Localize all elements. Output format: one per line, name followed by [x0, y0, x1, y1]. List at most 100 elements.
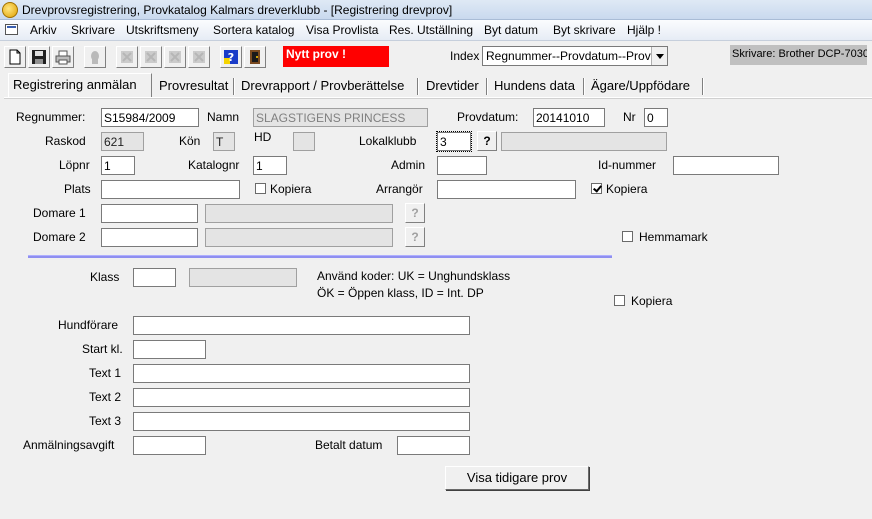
text2-label: Text 2 — [89, 390, 122, 404]
lokalklubb-name-input[interactable] — [501, 132, 667, 151]
raskod-input[interactable]: 621 — [101, 132, 144, 151]
admin-label: Admin — [391, 158, 426, 172]
kopiera-plats-checkbox[interactable] — [255, 183, 266, 194]
start-kl-input[interactable] — [133, 340, 206, 359]
domare1-name-input[interactable] — [205, 204, 393, 223]
menu-bar: Arkiv Skrivare Utskriftsmeny Sortera kat… — [0, 20, 872, 41]
tab-separator — [486, 78, 488, 95]
nr-input[interactable]: 0 — [644, 108, 668, 127]
id-nummer-input[interactable] — [673, 156, 779, 175]
index-label: Index — [450, 49, 480, 63]
text1-input[interactable] — [133, 364, 470, 383]
dog-button[interactable] — [84, 46, 106, 68]
provdatum-input[interactable]: 20141010 — [533, 108, 605, 127]
title-bar: Drevprovsregistrering, Provkatalog Kalma… — [0, 0, 872, 20]
arrangor-label: Arrangör — [376, 182, 423, 196]
printer-label: Skrivare: Brother DCP-7030 — [730, 45, 867, 65]
klass-name-input[interactable] — [189, 268, 297, 287]
tab-panel-border — [4, 97, 872, 99]
domare1-lookup-button[interactable]: ? — [405, 203, 425, 223]
nr-label: Nr — [623, 110, 636, 124]
regnummer-input[interactable]: S15984/2009 — [101, 108, 199, 127]
kopiera-klass-label: Kopiera — [631, 294, 673, 308]
menu-byt-skrivare[interactable]: Byt skrivare — [553, 23, 616, 37]
domare2-lookup-button[interactable]: ? — [405, 227, 425, 247]
hundforare-label: Hundförare — [58, 318, 119, 332]
kopiera-arrangor-checkbox[interactable] — [591, 183, 602, 194]
tab-agare-uppfodare[interactable]: Ägare/Uppfödare — [587, 75, 690, 96]
menu-arkiv[interactable]: Arkiv — [30, 23, 57, 37]
app-icon — [2, 2, 18, 18]
text3-input[interactable] — [133, 412, 470, 431]
exit-icon — [250, 50, 260, 64]
katalognr-input[interactable]: 1 — [253, 156, 287, 175]
menu-hjalp[interactable]: Hjälp ! — [627, 23, 661, 37]
menu-sortera-katalog[interactable]: Sortera katalog — [213, 23, 294, 37]
new-document-icon — [9, 49, 21, 65]
id-nummer-label: Id-nummer — [598, 158, 657, 172]
domare2-label: Domare 2 — [33, 230, 86, 244]
text3-label: Text 3 — [89, 414, 122, 428]
lokalklubb-label: Lokalklubb — [359, 134, 417, 148]
kopiera-arrangor-label: Kopiera — [606, 182, 648, 196]
betalt-datum-label: Betalt datum — [315, 438, 383, 452]
hemmamark-checkbox[interactable] — [622, 231, 633, 242]
lokalklubb-lookup-button[interactable]: ? — [477, 131, 497, 151]
namn-input[interactable]: SLAGSTIGENS PRINCESS — [253, 108, 428, 127]
menu-visa-provlista[interactable]: Visa Provlista — [306, 23, 378, 37]
tab-drevrapport[interactable]: Drevrapport / Provberättelse — [237, 75, 404, 96]
last-record-button[interactable] — [188, 46, 210, 68]
klass-hint-1: Använd koder: UK = Unghundsklass — [317, 269, 511, 283]
text2-input[interactable] — [133, 388, 470, 407]
system-menu-icon[interactable] — [5, 24, 18, 35]
katalognr-label: Katalognr — [188, 158, 240, 172]
index-select[interactable]: Regnummer--Provdatum--Provnr — [482, 46, 668, 66]
status-badge: Nytt prov ! — [283, 46, 389, 67]
menu-skrivare[interactable]: Skrivare — [71, 23, 115, 37]
new-button[interactable] — [4, 46, 26, 68]
tab-hundens-data[interactable]: Hundens data — [490, 75, 575, 96]
plats-input[interactable] — [101, 180, 240, 199]
kopiera-plats-label: Kopiera — [270, 182, 312, 196]
menu-byt-datum[interactable]: Byt datum — [484, 23, 538, 37]
domare2-input[interactable] — [101, 228, 198, 247]
betalt-datum-input[interactable] — [397, 436, 470, 455]
chevron-down-icon[interactable] — [651, 47, 667, 65]
klass-hint-2: ÖK = Öppen klass, ID = Int. DP — [317, 286, 484, 300]
first-record-icon — [121, 51, 133, 63]
help-button[interactable]: ? — [220, 46, 242, 68]
lokalklubb-input[interactable]: 3 — [436, 131, 472, 152]
tab-registrering-anmalan[interactable]: Registrering anmälan — [8, 73, 152, 97]
print-icon — [55, 50, 71, 65]
text1-label: Text 1 — [89, 366, 122, 380]
tab-drevtider[interactable]: Drevtider — [422, 75, 479, 96]
menu-res-utstallning[interactable]: Res. Utställning — [389, 23, 473, 37]
first-record-button[interactable] — [116, 46, 138, 68]
exit-button[interactable] — [244, 46, 266, 68]
tab-separator — [417, 78, 419, 95]
lopnr-input[interactable]: 1 — [101, 156, 135, 175]
save-button[interactable] — [28, 46, 50, 68]
arrangor-input[interactable] — [437, 180, 576, 199]
klass-input[interactable] — [133, 268, 176, 287]
hundforare-input[interactable] — [133, 316, 470, 335]
kopiera-klass-checkbox[interactable] — [614, 295, 625, 306]
kon-input[interactable]: T — [213, 132, 235, 151]
domare2-name-input[interactable] — [205, 228, 393, 247]
previous-record-button[interactable] — [140, 46, 162, 68]
anmalningsavgift-input[interactable] — [133, 436, 206, 455]
tab-separator — [702, 78, 704, 95]
tab-provresultat[interactable]: Provresultat — [155, 75, 228, 96]
menu-utskriftsmeny[interactable]: Utskriftsmeny — [126, 23, 199, 37]
hd-input[interactable] — [293, 132, 315, 151]
admin-input[interactable] — [437, 156, 487, 175]
help-icon: ? — [224, 50, 238, 64]
tab-separator — [233, 78, 235, 95]
provdatum-label: Provdatum: — [457, 110, 519, 124]
print-button[interactable] — [52, 46, 74, 68]
hemmamark-label: Hemmamark — [639, 230, 708, 244]
visa-tidigare-prov-button[interactable]: Visa tidigare prov — [445, 466, 589, 490]
next-record-icon — [169, 51, 181, 63]
next-record-button[interactable] — [164, 46, 186, 68]
domare1-input[interactable] — [101, 204, 198, 223]
